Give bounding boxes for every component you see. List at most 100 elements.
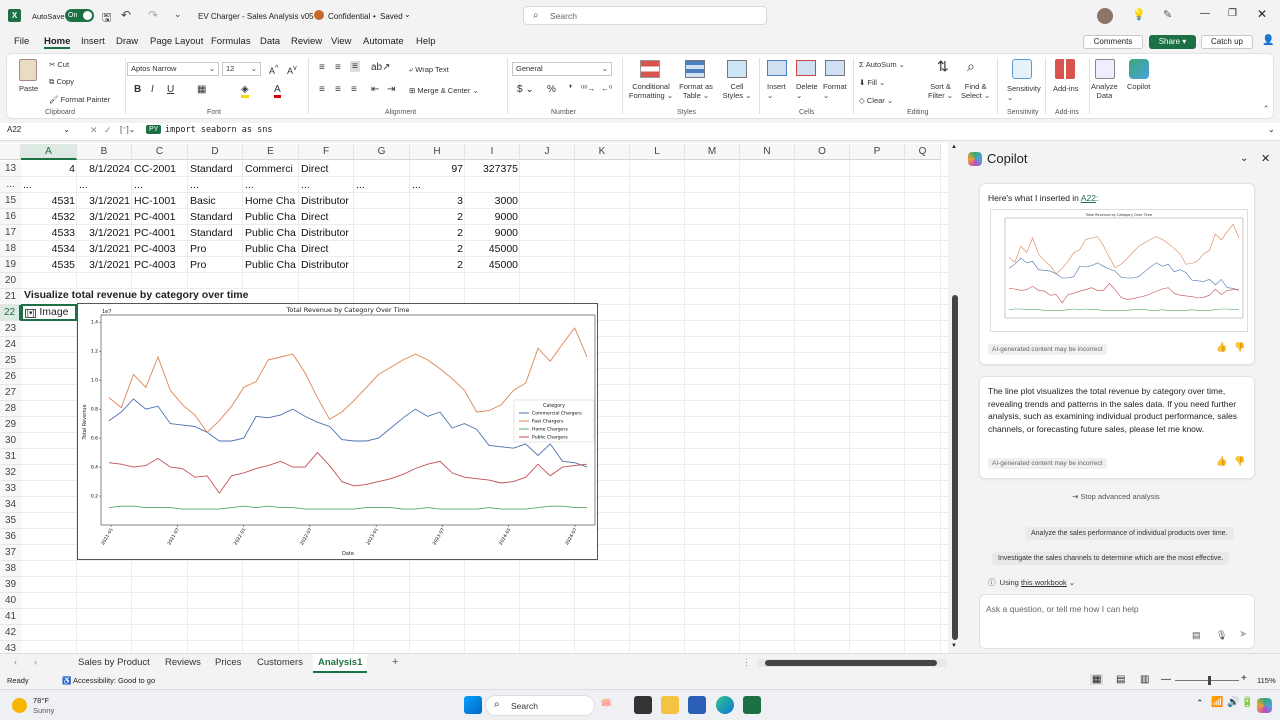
cell-G19[interactable] [356,257,408,273]
battery-icon[interactable]: 🔋 [1241,697,1253,708]
cell-G13[interactable] [356,161,408,177]
align-right-icon[interactable]: ≡ [351,84,357,95]
format-cells-button[interactable]: Format ⌄ [823,82,847,100]
cell-D19[interactable]: Pro [190,257,241,273]
cell-I19[interactable]: 45000 [467,257,518,273]
row-header-25[interactable]: 25 [0,353,21,369]
close-icon[interactable]: ✕ [1257,7,1267,21]
cell-I13[interactable]: 327375 [467,161,518,177]
weather-sun-icon[interactable] [12,698,27,713]
row-header-17[interactable]: 17 [0,225,21,241]
formula-input[interactable]: import seaborn as sns [165,125,272,135]
cell-G18[interactable] [356,241,408,257]
analyze-data-button[interactable]: Analyze Data [1091,82,1118,100]
column-header-J[interactable]: J [520,144,575,160]
cell-H19[interactable]: 2 [412,257,463,273]
python-fx-icon[interactable]: [⁻]⌄ [120,125,135,134]
grow-font-icon[interactable]: A^ [269,63,279,76]
conditional-formatting-icon[interactable] [640,60,660,78]
row-header-42[interactable]: 42 [0,625,21,641]
tab-sales-by-product[interactable]: Sales by Product [78,657,150,668]
cell-H15[interactable]: 3 [412,193,463,209]
row-header-20[interactable]: 20 [0,273,21,289]
menu-view[interactable]: View [331,36,351,47]
add-sheet-icon[interactable]: + [392,656,398,668]
store-icon[interactable] [688,696,706,714]
find-select-icon[interactable]: ⌕ [967,58,975,75]
cell-G17[interactable] [356,225,408,241]
cell-C17[interactable]: PC-4001 [134,225,186,241]
font-name-select[interactable]: Aptos Narrow ⌄ [127,62,219,76]
name-box[interactable]: A22 ⌄ [4,125,72,138]
format-as-table-button[interactable]: Format as Table ⌄ [679,82,713,100]
row-header-19[interactable]: 19 [0,257,21,273]
tab-prices[interactable]: Prices [215,657,241,668]
copilot-taskbar-icon[interactable] [1257,698,1272,713]
cell-E16[interactable]: Public Cha [245,209,297,225]
copilot-ribbon-button[interactable]: Copilot [1127,82,1150,91]
cell-E17[interactable]: Public Cha [245,225,297,241]
row-header-22[interactable]: 22 [0,305,21,321]
cell-G15[interactable] [356,193,408,209]
copilot-input-box[interactable]: Ask a question, or tell me how I can hel… [979,594,1255,649]
cell-C19[interactable]: PC-4003 [134,257,186,273]
align-left-icon[interactable]: ≡ [319,84,325,95]
cell-G16[interactable] [356,209,408,225]
cell-C15[interactable]: HC-1001 [134,193,186,209]
tray-chevron-icon[interactable]: ⌃ [1196,698,1204,709]
comma-icon[interactable]: ❜ [569,84,572,95]
cell-I...[interactable] [467,177,518,193]
column-header-K[interactable]: K [575,144,630,160]
row-header-21[interactable]: 21 [0,289,21,305]
shrink-font-icon[interactable]: Av [287,63,297,76]
cut-button[interactable]: ✂ Cut [49,60,69,69]
column-header-F[interactable]: F [299,144,354,160]
cell-C...[interactable]: ... [134,177,186,193]
zoom-in-icon[interactable]: + [1241,673,1247,684]
merge-center-button[interactable]: ⊞ Merge & Center ⌄ [409,86,479,95]
find-select-button[interactable]: Find & Select ⌄ [961,82,990,100]
save-icon[interactable]: 🖫 [102,9,111,28]
wrap-text-button[interactable]: ⤶ Wrap Text [409,65,449,75]
cell-A17[interactable]: 4533 [23,225,75,241]
suggestion-chip-1[interactable]: Analyze the sales performance of individ… [1025,527,1234,540]
pen-icon[interactable]: ✎ [1163,8,1172,21]
cell-H...[interactable]: ... [412,177,463,193]
cell-I18[interactable]: 45000 [467,241,518,257]
bold-icon[interactable]: B [134,84,141,95]
chart-image[interactable]: Total Revenue by Category Over Time 1e7 … [77,303,598,560]
column-header-O[interactable]: O [795,144,850,160]
tab-customers[interactable]: Customers [257,657,303,668]
worksheet-grid[interactable]: ABCDEFGHIJKLMNOPQ 13 4 8/1/2024 CC-2001 Stan… [0,143,948,653]
menu-draw[interactable]: Draw [116,36,138,47]
sort-filter-button[interactable]: Sort & Filter ⌄ [928,82,953,100]
tab-analysis1[interactable]: Analysis1 [313,654,368,673]
row-header-33[interactable]: 33 [0,481,21,497]
cell-C16[interactable]: PC-4001 [134,209,186,225]
tabs-more-icon[interactable]: ⋮ [742,657,751,668]
cell-A18[interactable]: 4534 [23,241,75,257]
cell-F16[interactable]: Direct [301,209,352,225]
accessibility-status[interactable]: ♿ Accessibility: Good to go [62,676,155,685]
decrease-decimal-icon[interactable]: ←⁰ [601,84,612,93]
suggestion-chip-2[interactable]: Investigate the sales channels to determ… [992,552,1230,565]
cell-B17[interactable]: 3/1/2021 [79,225,130,241]
column-header-D[interactable]: D [188,144,243,160]
cell-B16[interactable]: 3/1/2021 [79,209,130,225]
taskbar-search[interactable]: ⌕ Search 🪷 [485,695,612,716]
copilot-ribbon-icon[interactable] [1129,59,1149,79]
orientation-icon[interactable]: ab↗ [371,62,391,73]
cell-F18[interactable]: Direct [301,241,352,257]
font-color-icon[interactable]: A [274,84,281,98]
font-size-select[interactable]: 12 ⌄ [222,62,261,76]
column-header-P[interactable]: P [850,144,905,160]
number-format-select[interactable]: General ⌄ [512,62,612,76]
cell-a22[interactable]: [▾] Image [21,304,77,321]
menu-data[interactable]: Data [260,36,280,47]
align-middle-icon[interactable]: ≡ [335,62,341,73]
increase-decimal-icon[interactable]: ⁰⁰→ [581,84,595,93]
cell-H13[interactable]: 97 [412,161,463,177]
cell-A...[interactable]: ... [23,177,75,193]
saved-chevron-icon[interactable]: ⌄ [404,10,411,19]
clear-button[interactable]: ◇ Clear ⌄ [859,96,893,105]
